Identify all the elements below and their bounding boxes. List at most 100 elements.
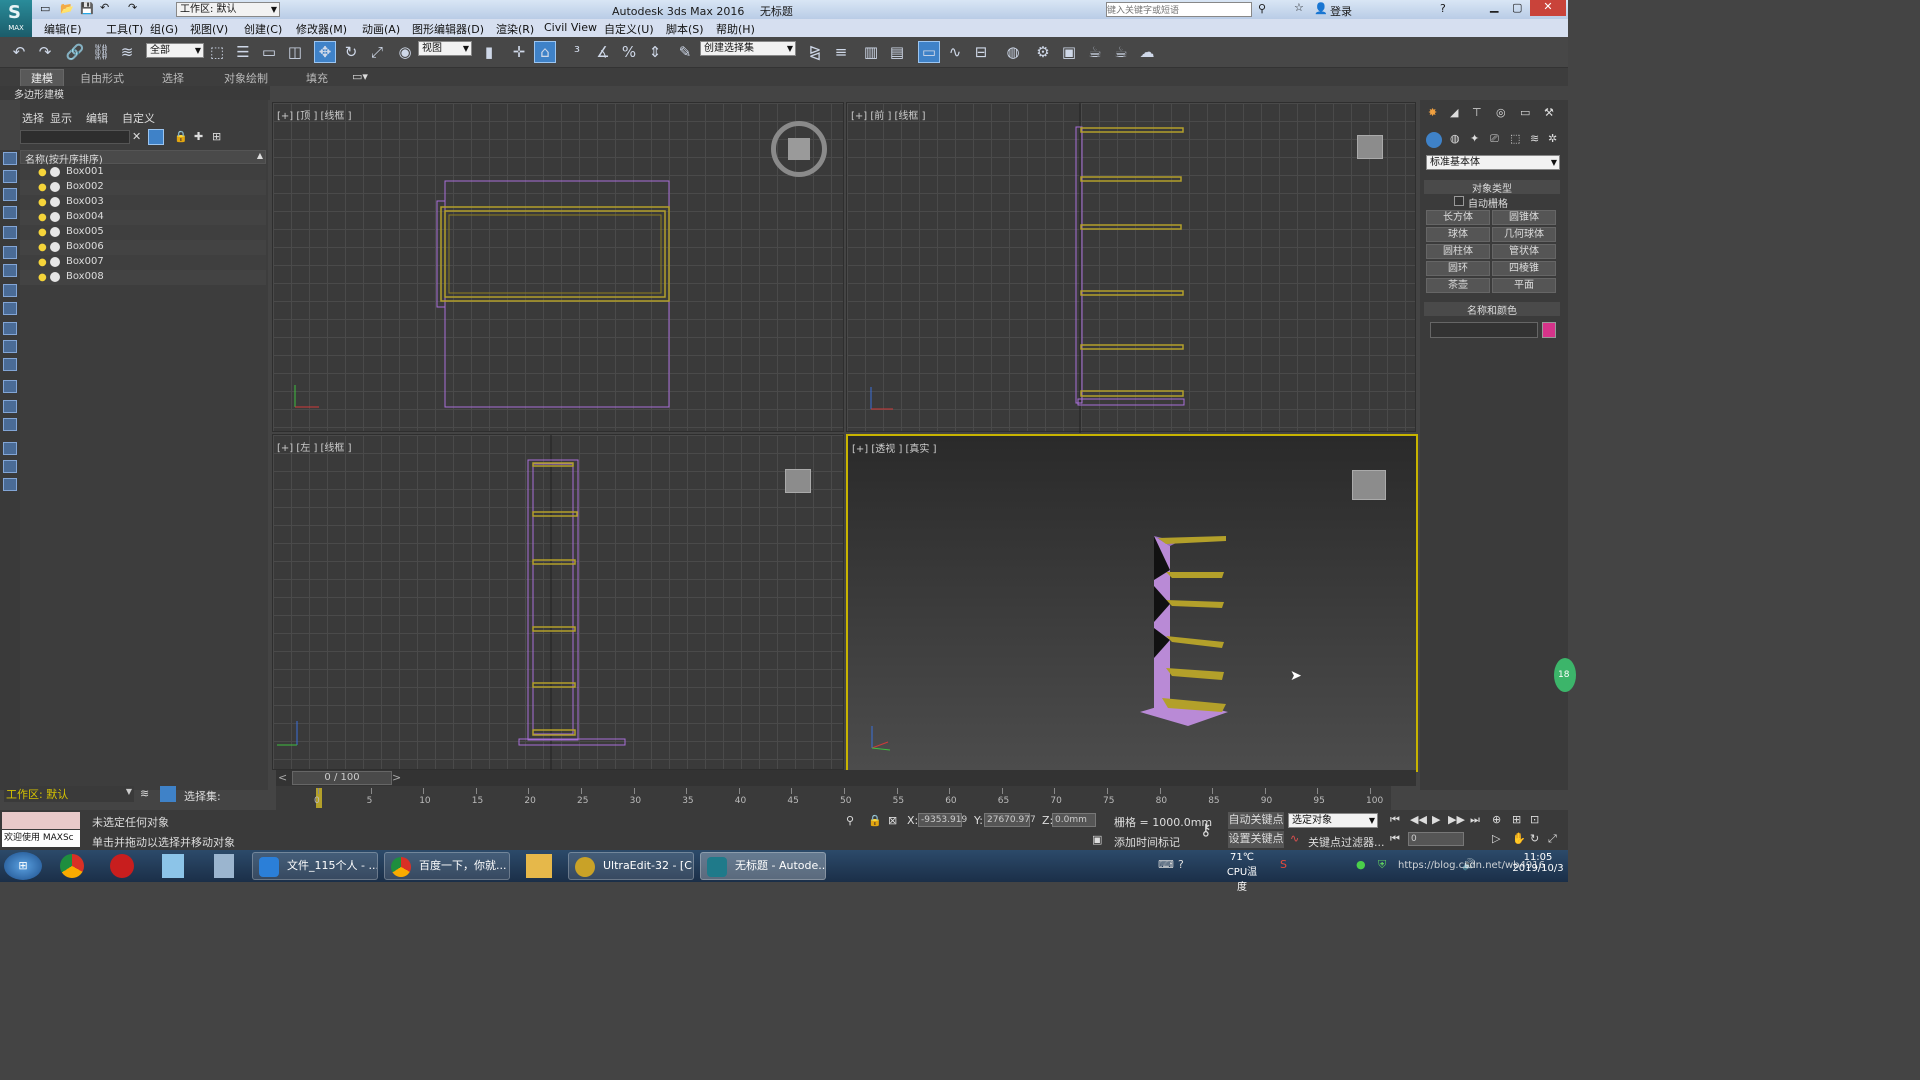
angle-snap-icon[interactable]: ∡ <box>592 41 614 63</box>
z-coord-field[interactable]: 0.0mm <box>1052 813 1096 827</box>
help-icon[interactable]: ? <box>1440 2 1446 15</box>
tray-help-icon[interactable]: ? <box>1178 858 1184 871</box>
goto-end-icon[interactable]: ⏭ <box>1470 813 1480 827</box>
explorer-filter-icon[interactable] <box>3 284 17 297</box>
task-ultraedit[interactable]: UltraEdit-32 - [C... <box>568 852 694 880</box>
curve-editor-icon[interactable]: ∿ <box>944 41 966 63</box>
render-iterative-icon[interactable]: ☕ <box>1110 41 1132 63</box>
task-browser[interactable]: 百度一下，你就... <box>384 852 510 880</box>
viewport-perspective[interactable]: [+] [透视 ] [真实 ] ➤ <box>846 434 1418 772</box>
keyboard-shortcut-icon[interactable]: ⌂ <box>534 41 556 63</box>
render-production-icon[interactable]: ☕ <box>1084 41 1106 63</box>
visibility-bulb-icon[interactable]: ● <box>38 241 47 255</box>
scene-explorer-icon[interactable]: ▤ <box>886 41 908 63</box>
window-crossing-icon[interactable]: ◫ <box>284 41 306 63</box>
media-player-pinned-icon[interactable] <box>110 854 134 878</box>
maximize-viewport-icon[interactable]: ⤢ <box>1548 832 1557 846</box>
pan-icon[interactable]: ✋ <box>1512 832 1526 845</box>
primitive-button[interactable]: 管状体 <box>1492 244 1556 259</box>
category-dropdown[interactable]: 标准基本体 <box>1426 155 1560 170</box>
ref-coord-dropdown[interactable]: 视图 <box>418 41 472 56</box>
menu-item[interactable]: Civil View <box>544 21 597 34</box>
prev-frame-icon[interactable]: ◀◀ <box>1410 813 1427 826</box>
play-icon[interactable]: ▶ <box>1432 813 1440 826</box>
key-filters-label[interactable]: 关键点过滤器... <box>1308 834 1385 850</box>
explorer-filter-icon[interactable] <box>3 302 17 315</box>
x-coord-field[interactable]: -9353.919 <box>918 813 967 827</box>
explorer-filter-icon[interactable] <box>3 380 17 393</box>
primitive-button[interactable]: 圆环 <box>1426 261 1490 276</box>
explorer-filter-icon[interactable] <box>3 418 17 431</box>
select-by-name-icon[interactable]: ☰ <box>232 41 254 63</box>
set-key-icon[interactable]: ⚷ <box>1200 820 1212 839</box>
primitive-button[interactable]: 球体 <box>1426 227 1490 242</box>
start-button[interactable]: ⊞ <box>4 852 42 880</box>
close-icon[interactable]: ✕ <box>1530 0 1566 16</box>
explorer-filter-icon[interactable] <box>3 340 17 353</box>
percent-snap-icon[interactable]: % <box>618 41 640 63</box>
undo-icon[interactable]: ↶ <box>8 41 30 63</box>
explorer-filter-icon[interactable] <box>3 152 17 165</box>
pivot-icon[interactable]: ▮ <box>478 41 500 63</box>
layers-icon[interactable]: ≋ <box>140 787 149 800</box>
explorer-filter-icon[interactable] <box>3 400 17 413</box>
menu-item[interactable]: 帮助(H) <box>716 21 755 37</box>
explorer-menu-item[interactable]: 自定义 <box>122 110 155 126</box>
named-selection-dropdown[interactable]: 创建选择集 <box>700 41 796 56</box>
field-of-view-icon[interactable]: ▷ <box>1492 832 1500 845</box>
visibility-bulb-icon[interactable]: ● <box>38 256 47 270</box>
key-filter-icon[interactable]: ∿ <box>1290 832 1299 845</box>
set-key-button[interactable]: 设置关键点 <box>1228 831 1284 848</box>
orbit-icon[interactable]: ↻ <box>1530 832 1539 845</box>
key-mode-dropdown[interactable]: 选定对象 <box>1288 813 1378 828</box>
primitive-button[interactable]: 茶壶 <box>1426 278 1490 293</box>
transform-mode-icon[interactable]: ⊠ <box>888 814 897 827</box>
visibility-bulb-icon[interactable]: ● <box>38 181 47 195</box>
menu-item[interactable]: 修改器(M) <box>296 21 347 37</box>
minimize-icon[interactable]: ▁ <box>1490 0 1498 13</box>
isolate-icon[interactable]: ⚲ <box>846 814 854 827</box>
zoom-extents-icon[interactable]: ⊡ <box>1530 813 1539 826</box>
menu-item[interactable]: 自定义(U) <box>604 21 654 37</box>
task-file-manager[interactable]: 文件_115个人 - ... <box>252 852 378 880</box>
list-item[interactable]: ● Box006 <box>20 240 266 255</box>
visibility-bulb-icon[interactable]: ● <box>38 271 47 285</box>
display-tab-icon[interactable]: ▭ <box>1520 106 1530 119</box>
list-item[interactable]: ● Box004 <box>20 210 266 225</box>
schematic-view-icon[interactable]: ⊟ <box>970 41 992 63</box>
ribbon-options-icon[interactable]: ▭▾ <box>352 70 368 83</box>
material-editor-icon[interactable]: ◍ <box>1002 41 1024 63</box>
list-item[interactable]: ● Box007 <box>20 255 266 270</box>
lights-icon[interactable]: ✦ <box>1470 132 1479 145</box>
maxscript-welcome[interactable]: 欢迎使用 MAXSc <box>2 830 80 847</box>
explorer-filter-icon[interactable] <box>3 442 17 455</box>
select-manipulate-icon[interactable]: ✛ <box>508 41 530 63</box>
modify-tab-icon[interactable]: ◢ <box>1450 106 1458 119</box>
primitive-button[interactable]: 几何球体 <box>1492 227 1556 242</box>
cameras-icon[interactable]: ⎚ <box>1490 132 1499 146</box>
select-place-icon[interactable]: ◉ <box>394 41 416 63</box>
viewport-top[interactable]: [+] [顶 ] [线框 ] <box>272 102 844 432</box>
redo-icon[interactable]: ↷ <box>128 1 137 14</box>
ribbon-tab-modeling[interactable]: 建模 <box>20 69 64 87</box>
ribbon-tab-populate[interactable]: 填充 <box>306 70 328 86</box>
geometry-icon[interactable] <box>1426 132 1442 148</box>
select-rotate-icon[interactable]: ↻ <box>340 41 362 63</box>
explorer-pinned-icon[interactable] <box>526 854 552 878</box>
spinner-snap-icon[interactable]: ⇕ <box>644 41 666 63</box>
explorer-filter-icon[interactable] <box>3 322 17 335</box>
lock-icon[interactable]: 🔒 <box>174 130 188 143</box>
render-cloud-icon[interactable]: ☁ <box>1136 41 1158 63</box>
explorer-filter-icon[interactable] <box>3 188 17 201</box>
explorer-column-header[interactable]: 名称(按升序排序) ▲ <box>20 150 266 166</box>
next-frame-icon[interactable]: ▶▶ <box>1448 813 1465 826</box>
menu-item[interactable]: 组(G) <box>150 21 178 37</box>
explorer-filter-icon[interactable] <box>3 264 17 277</box>
menu-item[interactable]: 创建(C) <box>244 21 282 37</box>
primitive-button[interactable]: 平面 <box>1492 278 1556 293</box>
list-item[interactable]: ● Box003 <box>20 195 266 210</box>
app-logo[interactable]: S MAX <box>0 0 32 37</box>
list-item[interactable]: ● Box002 <box>20 180 266 195</box>
workspace-dropdown[interactable]: 工作区: 默认 <box>176 2 280 17</box>
viewcube-perspective-icon[interactable] <box>1352 470 1386 500</box>
